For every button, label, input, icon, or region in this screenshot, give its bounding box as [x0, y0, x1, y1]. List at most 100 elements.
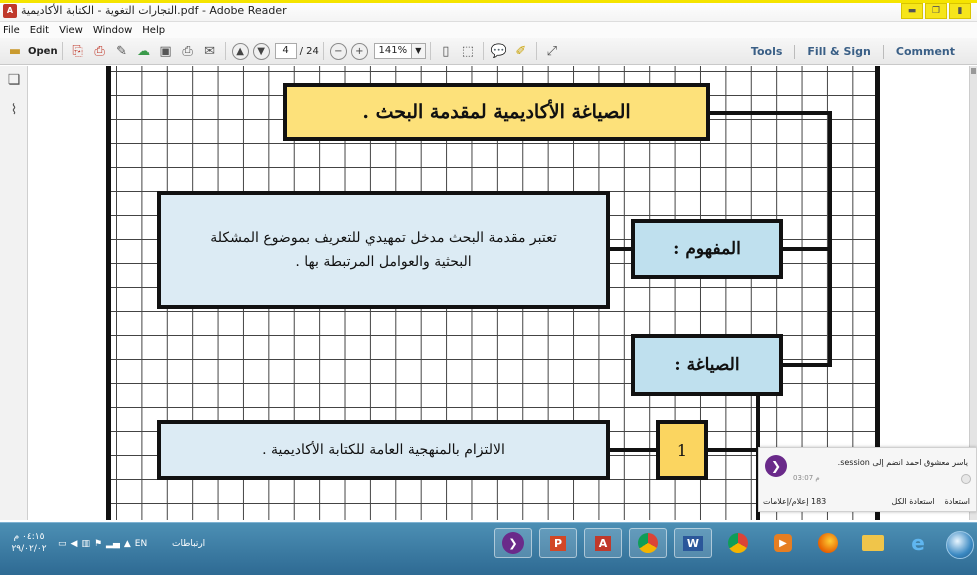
toolbar-divider [482, 42, 484, 60]
taskbar-app-word[interactable]: W [674, 528, 712, 558]
taskbar-app-adobe-reader[interactable]: A [584, 528, 622, 558]
open-label: Open [28, 45, 58, 57]
flag-icon[interactable]: ⚑ [94, 539, 102, 549]
connector-line [828, 111, 832, 367]
restore-icon[interactable]: ❐ [925, 3, 947, 19]
task-pane-links: Tools Fill & Sign Comment [739, 38, 967, 65]
attachments-icon[interactable]: ⌇ [4, 100, 24, 120]
minimize-icon[interactable]: ▬ [901, 3, 923, 19]
signal-icon[interactable]: ▂▄ [106, 539, 120, 549]
close-icon[interactable]: ▮ [949, 3, 971, 19]
system-clock[interactable]: ٠٤:١٥ م ٢٩/٠٢/٠٢ [4, 531, 54, 555]
chrome-icon [638, 533, 658, 553]
notification-popup[interactable]: ❯ ياسر معشوق احمد انضم إلى session. 03:0… [758, 447, 977, 512]
export-pdf-icon[interactable]: ⎙ [90, 41, 110, 61]
fit-page-icon[interactable]: ▯ [436, 41, 456, 61]
create-pdf-icon[interactable]: ⎘ [68, 41, 88, 61]
print-icon[interactable]: ⎙ [178, 41, 198, 61]
menu-help[interactable]: Help [142, 25, 165, 36]
menu-view[interactable]: View [59, 25, 83, 36]
definition-line-2: البحثية والعوامل المرتبطة بها . [295, 254, 472, 270]
page-number-input[interactable]: 4 [274, 43, 297, 59]
toolbar: ▬ Open ⎘ ⎙ ✎ ☁ ▣ ⎙ ✉ ▲ ▼ 4 / 24 − + 141%… [0, 38, 977, 65]
settings-icon[interactable] [961, 474, 971, 484]
notification-count: 183 إعلام/إعلامات [763, 496, 827, 506]
definition-line-1: تعتبر مقدمة البحث مدخل تمهيدي للتعريف بم… [210, 230, 557, 246]
connector-line [610, 448, 656, 452]
zoom-input[interactable]: 141% [373, 43, 412, 59]
comment-button[interactable]: Comment [884, 45, 967, 58]
adobe-reader-icon: A [594, 535, 612, 551]
toolbar-divider [322, 42, 324, 60]
connector-line [783, 247, 832, 251]
taskbar-app-media-player[interactable]: ▶ [764, 528, 802, 558]
taskbar: ٠٤:١٥ م ٢٩/٠٢/٠٢ ▭ ◀ ▥ ⚑ ▂▄ ▲ EN ارتباطا… [0, 522, 977, 575]
navigation-pane: ❏ ⌇ [0, 66, 28, 520]
toolbar-divider [61, 42, 63, 60]
item-number: 1 [676, 440, 688, 460]
app-logo-icon: ❯ [765, 455, 787, 477]
edit-pdf-icon[interactable]: ✎ [112, 41, 132, 61]
item-text-box: الالتزام بالمنهجية العامة للكتابة الأكاد… [157, 420, 610, 480]
concept-box: المفهوم : [631, 219, 783, 279]
taskbar-app-firefox[interactable] [809, 528, 847, 558]
system-tray: ▭ ◀ ▥ ⚑ ▂▄ ▲ EN [58, 539, 147, 549]
scroll-up-arrow-icon[interactable] [971, 68, 976, 74]
zoom-out-icon[interactable]: − [329, 42, 347, 60]
title-accent-strip [0, 0, 977, 3]
start-button[interactable] [946, 531, 974, 559]
taskbar-app-explorer[interactable] [854, 528, 892, 558]
highlight-icon[interactable]: ✐ [511, 41, 531, 61]
cloud-upload-icon[interactable]: ☁ [134, 41, 154, 61]
taskbar-app-internet-explorer[interactable]: e [899, 528, 937, 558]
page-thumbnails-icon[interactable]: ❏ [4, 70, 24, 90]
zoom-dropdown-icon[interactable]: ▼ [411, 43, 426, 59]
volume-icon[interactable]: ◀ [71, 539, 78, 549]
language-indicator[interactable]: EN [135, 539, 147, 549]
pdf-app-icon: A [3, 3, 17, 18]
restore-all-link[interactable]: استعادة الكل [892, 497, 935, 506]
taskbar-app-powerpoint[interactable]: P [539, 528, 577, 558]
item-text: الالتزام بالمنهجية العامة للكتابة الأكاد… [262, 442, 505, 458]
fill-sign-button[interactable]: Fill & Sign [795, 45, 882, 58]
session-app-icon: ❯ [502, 532, 524, 554]
clock-date: ٢٩/٠٢/٠٢ [11, 544, 47, 554]
tools-button[interactable]: Tools [739, 45, 794, 58]
taskbar-app-chrome-a[interactable] [629, 528, 667, 558]
toolbar-divider [535, 42, 537, 60]
formulation-label: الصياغة : [674, 355, 740, 375]
folder-icon: ▬ [8, 43, 22, 59]
open-button[interactable]: ▬ Open [0, 40, 58, 62]
show-hidden-icons-icon[interactable]: ▲ [124, 539, 131, 549]
save-icon[interactable]: ▣ [156, 41, 176, 61]
chrome-icon [728, 533, 748, 553]
next-page-icon[interactable]: ▼ [252, 42, 270, 60]
restore-link[interactable]: استعادة [945, 497, 970, 506]
comment-bubble-icon[interactable]: 💬 [489, 41, 509, 61]
definition-box: تعتبر مقدمة البحث مدخل تمهيدي للتعريف بم… [157, 191, 610, 309]
formulation-box: الصياغة : [631, 334, 783, 396]
firefox-icon [818, 533, 838, 553]
fit-width-icon[interactable]: ⬚ [458, 41, 478, 61]
network-icon[interactable]: ▥ [81, 539, 90, 549]
menu-window[interactable]: Window [93, 25, 132, 36]
menu-edit[interactable]: Edit [30, 25, 49, 36]
taskbar-app-chrome-b[interactable] [719, 528, 757, 558]
internet-explorer-icon: e [911, 531, 925, 555]
email-icon[interactable]: ✉ [200, 41, 220, 61]
toolbar-divider [224, 42, 226, 60]
heading-text: الصياغة الأكاديمية لمقدمة البحث . [362, 101, 631, 123]
notification-footer: استعادة استعادة الكل 183 إعلام/إعلامات [759, 492, 976, 510]
taskbar-apps: ❯ P A W ▶ e [494, 528, 937, 558]
links-toolbar-label[interactable]: ارتباطات [172, 539, 205, 549]
previous-page-icon[interactable]: ▲ [231, 42, 249, 60]
taskbar-app-session[interactable]: ❯ [494, 528, 532, 558]
notification-message: ياسر معشوق احمد انضم إلى session. [837, 458, 968, 467]
full-screen-icon[interactable]: ⤢ [542, 41, 562, 61]
notification-time: 03:07 م [793, 474, 820, 482]
menu-bar: File Edit View Window Help [0, 22, 977, 38]
menu-file[interactable]: File [3, 25, 20, 36]
zoom-in-icon[interactable]: + [350, 42, 368, 60]
powerpoint-icon: P [549, 535, 567, 551]
battery-icon[interactable]: ▭ [58, 539, 67, 549]
